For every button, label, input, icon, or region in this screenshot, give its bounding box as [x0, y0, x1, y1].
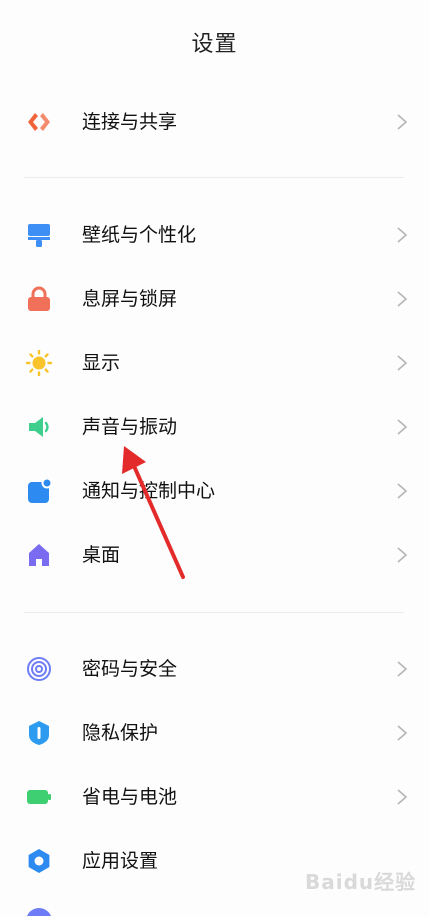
- settings-screen: 设置 连接与共享 壁纸与个性化 息屏与锁屏 显示 声音与振动 通知与控制中心 桌…: [0, 0, 429, 916]
- watermark: Baidu经验: [305, 870, 417, 894]
- annotation-arrow: [122, 446, 185, 579]
